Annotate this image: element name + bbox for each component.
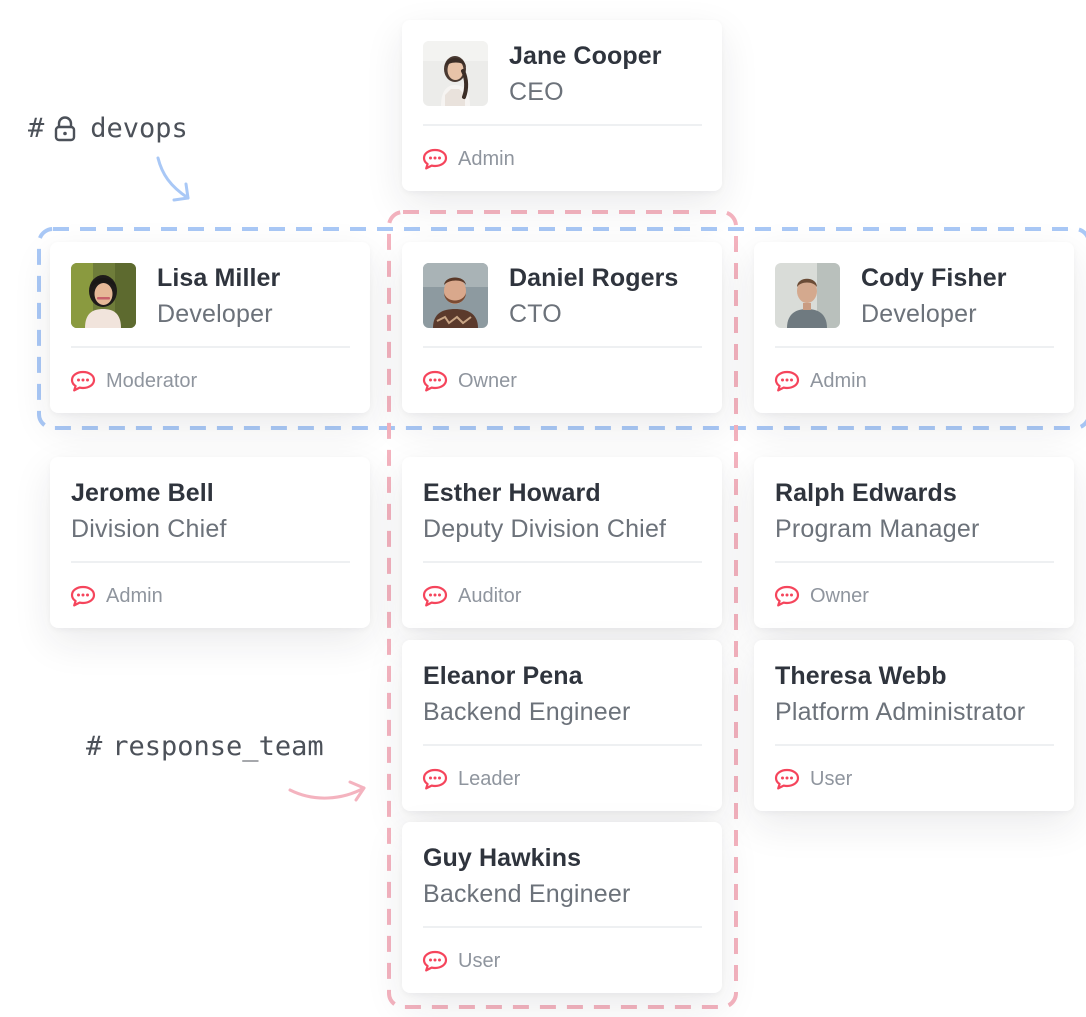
member-card[interactable]: Guy Hawkins Backend Engineer User bbox=[402, 822, 722, 993]
divider bbox=[71, 561, 350, 563]
member-name: Ralph Edwards bbox=[775, 479, 957, 507]
member-name: Daniel Rogers bbox=[509, 264, 679, 292]
member-tag: Admin bbox=[458, 147, 515, 170]
member-card[interactable]: Theresa Webb Platform Administrator User bbox=[754, 640, 1074, 811]
member-role: Deputy Division Chief bbox=[423, 515, 667, 543]
avatar bbox=[423, 41, 488, 106]
member-card[interactable]: Lisa Miller Developer Moderator bbox=[50, 242, 370, 413]
member-tag: User bbox=[458, 949, 501, 972]
member-role: Program Manager bbox=[775, 515, 980, 543]
member-tag: User bbox=[810, 767, 853, 790]
member-role: Developer bbox=[861, 300, 977, 328]
member-tag: Owner bbox=[810, 584, 869, 607]
member-tag: Owner bbox=[458, 369, 517, 392]
member-name: Esther Howard bbox=[423, 479, 601, 507]
avatar bbox=[423, 263, 488, 328]
member-card[interactable]: Jane Cooper CEO Admin bbox=[402, 20, 722, 191]
divider bbox=[423, 561, 702, 563]
member-tag-row: Moderator bbox=[70, 368, 197, 394]
member-tag-row: Owner bbox=[422, 368, 517, 394]
chat-bubble-icon bbox=[422, 148, 448, 170]
chat-bubble-icon bbox=[422, 370, 448, 392]
divider bbox=[71, 346, 350, 348]
chat-bubble-icon bbox=[70, 370, 96, 392]
divider bbox=[775, 346, 1054, 348]
member-card[interactable]: Esther Howard Deputy Division Chief Audi… bbox=[402, 457, 722, 628]
member-tag-row: Owner bbox=[774, 583, 869, 609]
member-name: Theresa Webb bbox=[775, 662, 947, 690]
chat-bubble-icon bbox=[70, 585, 96, 607]
member-name: Guy Hawkins bbox=[423, 844, 582, 872]
channel-hash: # bbox=[28, 113, 45, 144]
chat-bubble-icon bbox=[774, 370, 800, 392]
channel-hash: # bbox=[86, 731, 103, 762]
member-tag: Admin bbox=[106, 584, 163, 607]
member-role: CEO bbox=[509, 78, 564, 106]
chat-bubble-icon bbox=[422, 768, 448, 790]
lock-icon bbox=[55, 115, 76, 141]
chat-bubble-icon bbox=[774, 585, 800, 607]
member-name: Eleanor Pena bbox=[423, 662, 583, 690]
member-card[interactable]: Jerome Bell Division Chief Admin bbox=[50, 457, 370, 628]
channel-name: devops bbox=[90, 113, 188, 144]
devops-channel-label: # devops bbox=[28, 113, 188, 144]
member-tag-row: Admin bbox=[774, 368, 867, 394]
avatar bbox=[71, 263, 136, 328]
divider bbox=[423, 744, 702, 746]
response-team-arrow-icon bbox=[288, 780, 366, 802]
member-tag-row: Leader bbox=[422, 766, 520, 792]
member-role: Developer bbox=[157, 300, 273, 328]
member-role: Backend Engineer bbox=[423, 698, 631, 726]
divider bbox=[423, 346, 702, 348]
member-tag: Leader bbox=[458, 767, 521, 790]
member-role: CTO bbox=[509, 300, 562, 328]
member-tag-row: Admin bbox=[70, 583, 163, 609]
member-tag: Moderator bbox=[106, 369, 198, 392]
chat-bubble-icon bbox=[774, 768, 800, 790]
member-role: Backend Engineer bbox=[423, 880, 631, 908]
divider bbox=[775, 744, 1054, 746]
divider bbox=[423, 124, 702, 126]
member-tag-row: Admin bbox=[422, 146, 515, 172]
chat-bubble-icon bbox=[422, 585, 448, 607]
member-role: Platform Administrator bbox=[775, 698, 1026, 726]
member-role: Division Chief bbox=[71, 515, 227, 543]
member-tag-row: User bbox=[774, 766, 852, 792]
member-card[interactable]: Ralph Edwards Program Manager Owner bbox=[754, 457, 1074, 628]
channel-name: response_team bbox=[112, 731, 324, 762]
member-card[interactable]: Daniel Rogers CTO Owner bbox=[402, 242, 722, 413]
chat-bubble-icon bbox=[422, 950, 448, 972]
devops-arrow-icon bbox=[156, 156, 190, 202]
member-card[interactable]: Cody Fisher Developer Admin bbox=[754, 242, 1074, 413]
avatar bbox=[775, 263, 840, 328]
member-tag: Auditor bbox=[458, 584, 522, 607]
member-card[interactable]: Eleanor Pena Backend Engineer Leader bbox=[402, 640, 722, 811]
member-name: Jerome Bell bbox=[71, 479, 214, 507]
member-tag-row: Auditor bbox=[422, 583, 521, 609]
response-team-channel-label: # response_team bbox=[86, 731, 324, 762]
divider bbox=[775, 561, 1054, 563]
member-name: Cody Fisher bbox=[861, 264, 1007, 292]
member-tag-row: User bbox=[422, 948, 500, 974]
member-name: Lisa Miller bbox=[157, 264, 281, 292]
member-name: Jane Cooper bbox=[509, 42, 662, 70]
divider bbox=[423, 926, 702, 928]
member-tag: Admin bbox=[810, 369, 867, 392]
